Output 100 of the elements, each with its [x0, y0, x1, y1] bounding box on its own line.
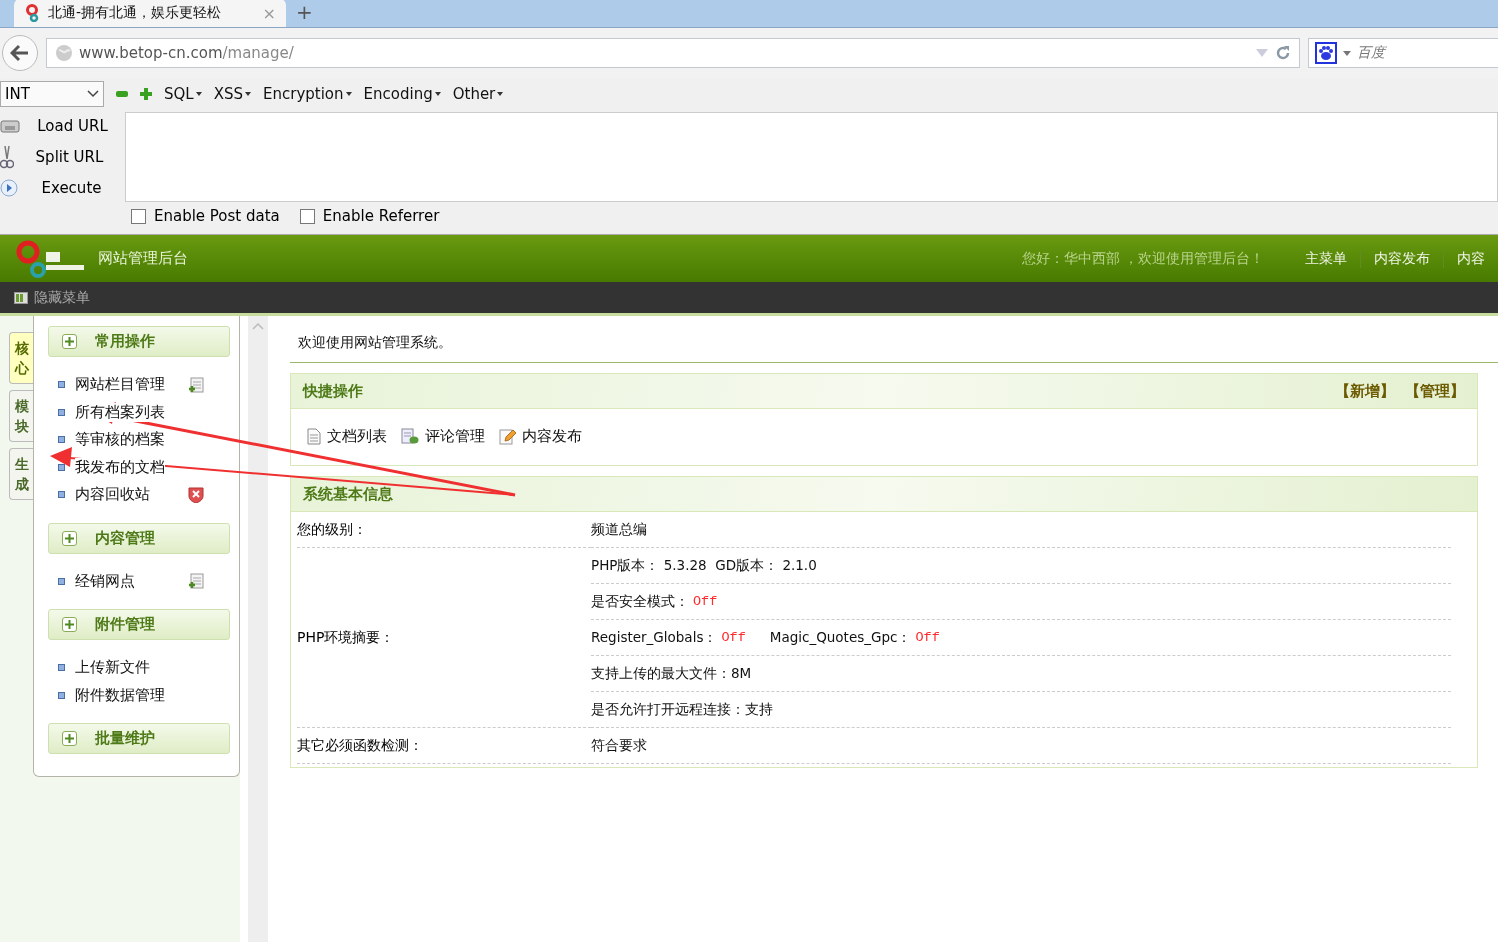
reload-icon[interactable] [1275, 45, 1291, 61]
dropdown-icon[interactable] [1255, 48, 1269, 58]
minus-icon[interactable] [116, 91, 128, 97]
scissors-icon [0, 145, 14, 169]
menu-group-header[interactable]: 常用操作 [48, 326, 230, 357]
info-value: 是否允许打开远程连接：支持 [591, 700, 773, 719]
group-title: 批量维护 [95, 729, 155, 748]
info-value: Magic_Quotes_Gpc： [769, 628, 912, 647]
hide-menu-link[interactable]: 隐藏菜单 [34, 288, 90, 307]
menu-link[interactable]: 所有档案列表 [75, 402, 165, 422]
expand-icon [65, 533, 74, 543]
expand-icon [65, 620, 74, 629]
browser-tab[interactable]: 北通-拥有北通，娱乐更轻松 × [14, 0, 286, 27]
info-value: Register_Globals： [591, 628, 718, 647]
menu-button[interactable]: XSS [213, 85, 251, 103]
side-tab[interactable]: 模块 [9, 390, 33, 442]
bullet-icon [58, 664, 65, 672]
chevron-icon [87, 90, 99, 98]
menu-button[interactable]: Other [452, 85, 504, 103]
group-title: 常用操作 [95, 332, 155, 351]
url-input-field[interactable] [125, 112, 1498, 202]
caret-icon[interactable] [1343, 50, 1351, 56]
checkbox[interactable] [299, 208, 315, 224]
info-label: 其它必须函数检测： [297, 736, 423, 755]
group-title: 内容管理 [95, 528, 155, 548]
bullet-icon [58, 491, 65, 499]
menu-link[interactable]: 内容回收站 [75, 485, 150, 505]
quick-link[interactable]: 文档列表 [327, 427, 387, 446]
group-title: 附件管理 [95, 615, 155, 634]
comment-document-icon [401, 428, 419, 445]
back-button[interactable] [2, 35, 38, 71]
edit-document-icon [499, 428, 516, 445]
side-tab[interactable]: 核心 [9, 332, 33, 384]
quick-link[interactable]: 内容发布 [522, 427, 582, 446]
globe-icon [55, 44, 73, 62]
quick-link[interactable]: 评论管理 [425, 427, 485, 446]
document-icon [307, 428, 321, 445]
card-title: 系统基本信息 [303, 484, 393, 504]
bullet-icon [58, 436, 65, 444]
info-value: PHP版本： 5.3.28 GD版本： 2.1.0 [591, 556, 817, 575]
caret-icon [497, 92, 504, 96]
nav-link[interactable]: 内容 [1443, 249, 1498, 268]
menu-button[interactable]: Encoding [363, 85, 441, 103]
card-title: 快捷操作 [303, 381, 363, 401]
add-document-icon [188, 376, 204, 393]
action-button[interactable]: Execute [18, 179, 125, 197]
panel-toggle-icon[interactable] [14, 291, 28, 304]
menu-link[interactable]: 上传新文件 [75, 658, 150, 678]
type-select[interactable]: INT [0, 81, 104, 107]
add-document-icon [188, 573, 204, 590]
caret-icon [434, 92, 441, 96]
checkbox-label: Enable Post data [154, 207, 280, 225]
menu-button[interactable]: SQL [164, 85, 202, 103]
bullet-icon [58, 381, 65, 389]
side-tab[interactable]: 生成 [9, 448, 33, 500]
menu-group-header[interactable]: 内容管理 [48, 522, 230, 554]
nav-link[interactable]: 主菜单 [1292, 249, 1360, 268]
greeting-text: 您好：华中西部 ，欢迎使用管理后台！ [1021, 249, 1264, 268]
expand-icon [65, 337, 74, 346]
header-link[interactable]: 【管理】 [1405, 381, 1465, 401]
header-link[interactable]: 【新增】 [1335, 381, 1395, 401]
menu-link[interactable]: 我发布的文档 [75, 457, 165, 477]
status-value: Off [693, 594, 718, 609]
status-value: Off [915, 630, 940, 645]
plus-icon[interactable] [140, 88, 152, 100]
info-value: 支持上传的最大文件：8M [591, 664, 752, 683]
drive-icon [0, 118, 20, 134]
url-text: www.betop-cn.com/manage/ [79, 44, 294, 62]
menu-link[interactable]: 经销网点 [75, 571, 135, 591]
menu-link[interactable]: 附件数据管理 [75, 685, 165, 705]
expand-icon [65, 734, 74, 743]
new-tab-button[interactable]: + [296, 0, 313, 27]
welcome-text: 欢迎使用网站管理系统。 [290, 330, 1498, 363]
logo-icon [24, 4, 40, 22]
collapse-icon[interactable] [252, 322, 264, 330]
caret-icon [345, 92, 352, 96]
back-arrow-icon [10, 44, 30, 62]
status-value: Off [721, 630, 746, 645]
menu-group-header[interactable]: 附件管理 [48, 609, 230, 640]
checkbox-label: Enable Referrer [322, 207, 440, 225]
action-button[interactable]: Split URL [14, 148, 125, 166]
url-field[interactable]: www.betop-cn.com/manage/ [46, 38, 1300, 68]
checkbox[interactable] [131, 208, 146, 224]
search-field[interactable]: 百度 [1308, 38, 1498, 68]
bullet-icon [58, 691, 65, 699]
caret-icon [245, 92, 251, 96]
info-value: 符合要求 [591, 736, 647, 755]
info-value: 频道总编 [591, 520, 647, 539]
info-value: 是否安全模式： [591, 592, 689, 611]
nav-link[interactable]: 内容发布 [1360, 249, 1443, 268]
bullet-icon [58, 463, 65, 471]
action-button[interactable]: Load URL [20, 117, 125, 135]
caret-icon [195, 92, 202, 96]
header-title: 网站管理后台 [98, 249, 188, 268]
menu-group-header[interactable]: 批量维护 [48, 723, 230, 754]
search-placeholder: 百度 [1357, 44, 1385, 62]
menu-button[interactable]: Encryption [263, 85, 352, 103]
tab-title: 北通-拥有北通，娱乐更轻松 [48, 4, 222, 22]
bullet-icon [58, 408, 65, 416]
menu-link[interactable]: 等审核的档案 [75, 430, 165, 450]
